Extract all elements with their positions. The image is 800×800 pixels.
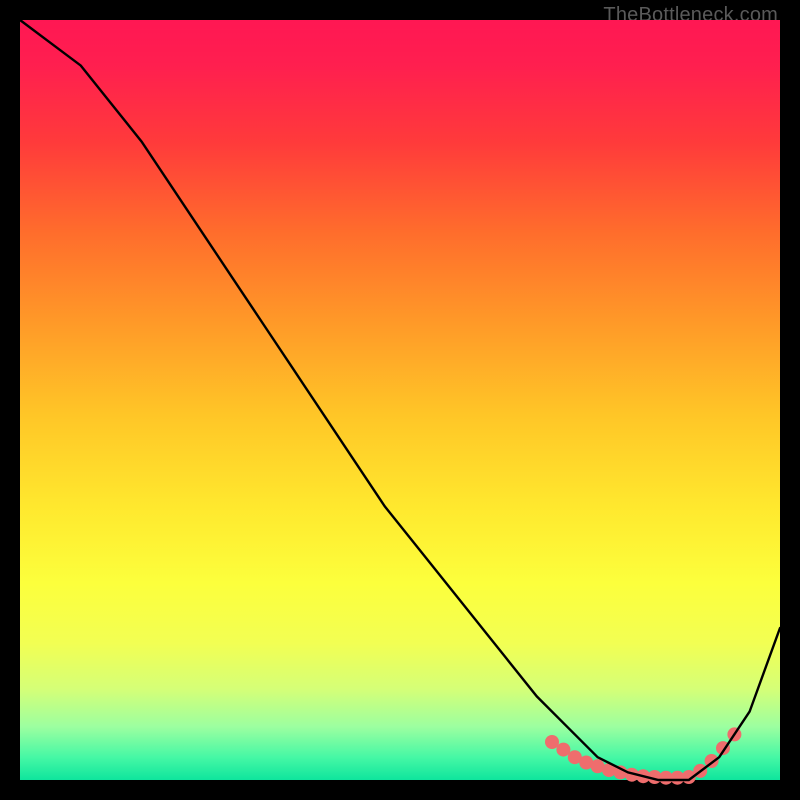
chart-frame: TheBottleneck.com xyxy=(0,0,800,800)
marker-dot xyxy=(556,743,570,757)
plot-area xyxy=(20,20,780,780)
bottleneck-curve xyxy=(20,20,780,780)
curve-overlay xyxy=(20,20,780,780)
marker-dot xyxy=(545,735,559,749)
